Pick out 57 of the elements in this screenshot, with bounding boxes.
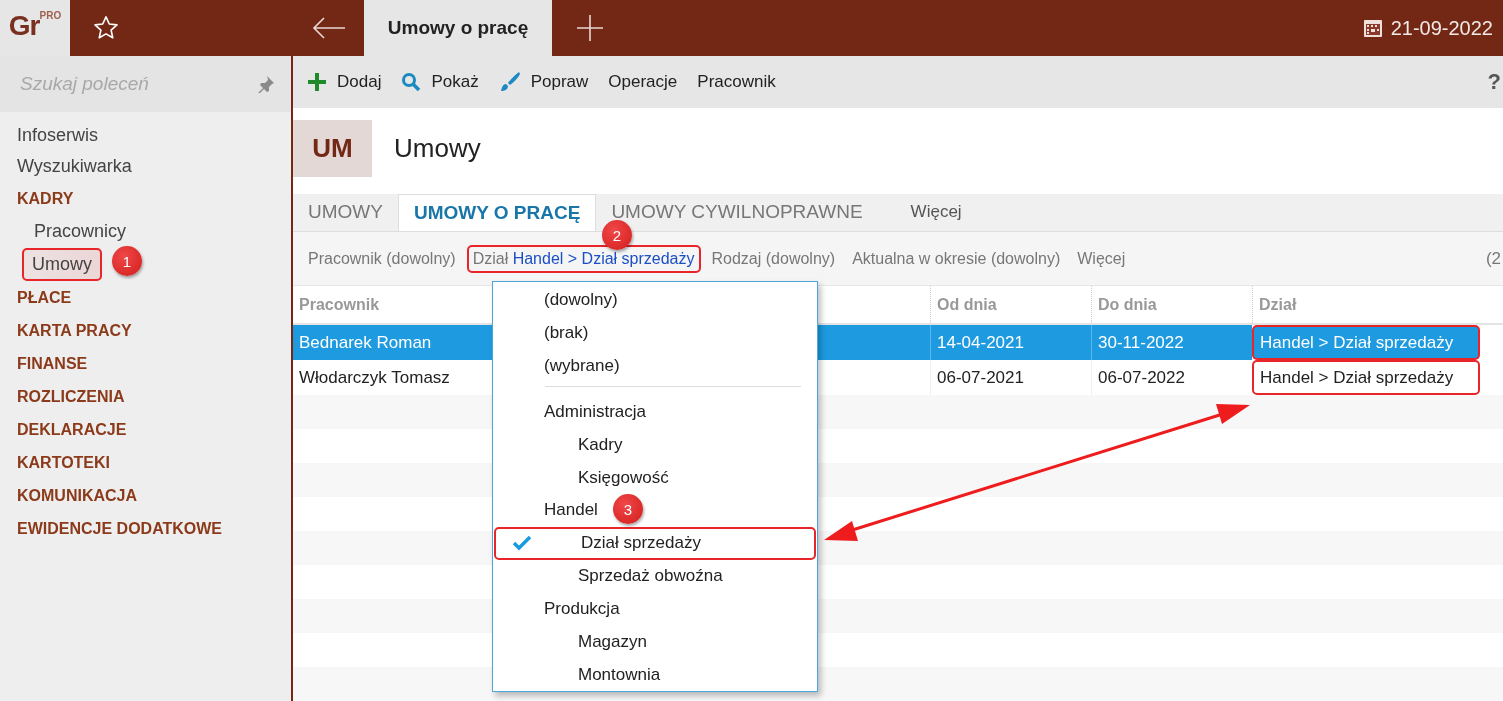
dropdown-item[interactable]: Księgowość: [493, 461, 669, 494]
add-tab-icon[interactable]: [576, 14, 604, 42]
page-title: Umowy: [394, 133, 481, 165]
sidebar-section[interactable]: PŁACE: [0, 281, 89, 314]
search-bar[interactable]: Szukaj poleceń: [0, 56, 291, 112]
filter-button[interactable]: Dział Handel > Dział sprzedaży: [466, 244, 701, 273]
brush-icon: [498, 71, 521, 93]
sidebar-item[interactable]: Infoserwis: [0, 120, 116, 151]
tab[interactable]: UMOWY: [293, 193, 398, 231]
sidebar-section[interactable]: ROZLICZENIA: [0, 380, 142, 413]
sidebar-item[interactable]: Pracownicy: [24, 215, 137, 248]
plus-icon: [307, 72, 327, 92]
sidebar-section[interactable]: KADRY: [0, 182, 91, 215]
dropdown-item[interactable]: Produkcja: [493, 592, 620, 626]
sidebar-section[interactable]: KARTOTEKI: [0, 446, 128, 479]
sidebar-item[interactable]: Umowy: [22, 248, 102, 281]
toolbar-button[interactable]: Pokaż: [401, 72, 479, 92]
tab[interactable]: UMOWY O PRACĘ: [397, 193, 597, 231]
filter-button[interactable]: Pracownik (dowolny): [302, 244, 462, 273]
dropdown-item[interactable]: (dowolny): [493, 284, 618, 317]
sidebar-item[interactable]: Wyszukiwarka: [0, 151, 149, 182]
dropdown-item[interactable]: Montownia: [493, 658, 661, 691]
dropdown-item[interactable]: Handel: [493, 493, 598, 527]
search-icon: [401, 72, 422, 92]
sidebar-section[interactable]: KARTA PRACY: [0, 314, 149, 347]
dropdown-item[interactable]: Sprzedaż obwoźna: [493, 559, 723, 593]
toolbar-button[interactable]: Dodaj: [307, 72, 382, 92]
toolbar-button[interactable]: Operacje: [608, 72, 678, 92]
table-cell[interactable]: Włodarczyk Tomasz: [293, 360, 492, 395]
filter-button[interactable]: Rodzaj (dowolny): [705, 244, 842, 273]
help-button[interactable]: ?: [1487, 69, 1501, 95]
filter-button[interactable]: Aktualna w okresie (dowolny): [846, 244, 1067, 273]
dropdown-item[interactable]: (brak): [493, 316, 589, 350]
calendar-icon[interactable]: [1362, 18, 1383, 38]
sidebar-section[interactable]: DEKLARACJE: [0, 413, 144, 446]
check-icon: [512, 535, 531, 552]
dropdown-item[interactable]: Dział sprzedaży: [494, 526, 816, 560]
star-icon[interactable]: [92, 14, 120, 42]
current-date[interactable]: 21-09-2022: [1390, 16, 1493, 40]
dropdown-item[interactable]: Magazyn: [493, 625, 647, 659]
pin-icon[interactable]: [257, 75, 275, 93]
sidebar-section[interactable]: FINANSE: [0, 347, 105, 380]
tab[interactable]: Więcej: [895, 193, 977, 231]
sidebar-section[interactable]: KOMUNIKACJA: [0, 479, 154, 512]
back-arrow-icon[interactable]: [312, 17, 346, 39]
search-field[interactable]: Szukaj poleceń: [18, 72, 257, 96]
window-tab[interactable]: Umowy o pracę: [364, 0, 552, 56]
dropdown-item[interactable]: Kadry: [493, 428, 623, 462]
sidebar-section[interactable]: EWIDENCJE DODATKOWE: [0, 512, 240, 545]
toolbar-button[interactable]: Pracownik: [697, 72, 776, 92]
module-badge: UM: [293, 120, 372, 178]
table-cell[interactable]: Handel > Dział sprzedaży: [1252, 360, 1480, 395]
record-count: (2: [1485, 248, 1501, 269]
dropdown-item[interactable]: (wybrane): [493, 349, 620, 383]
toolbar-button[interactable]: Popraw: [498, 71, 589, 93]
more-filters-button[interactable]: Więcej: [1071, 244, 1132, 273]
dropdown-item[interactable]: Administracja: [493, 395, 647, 429]
